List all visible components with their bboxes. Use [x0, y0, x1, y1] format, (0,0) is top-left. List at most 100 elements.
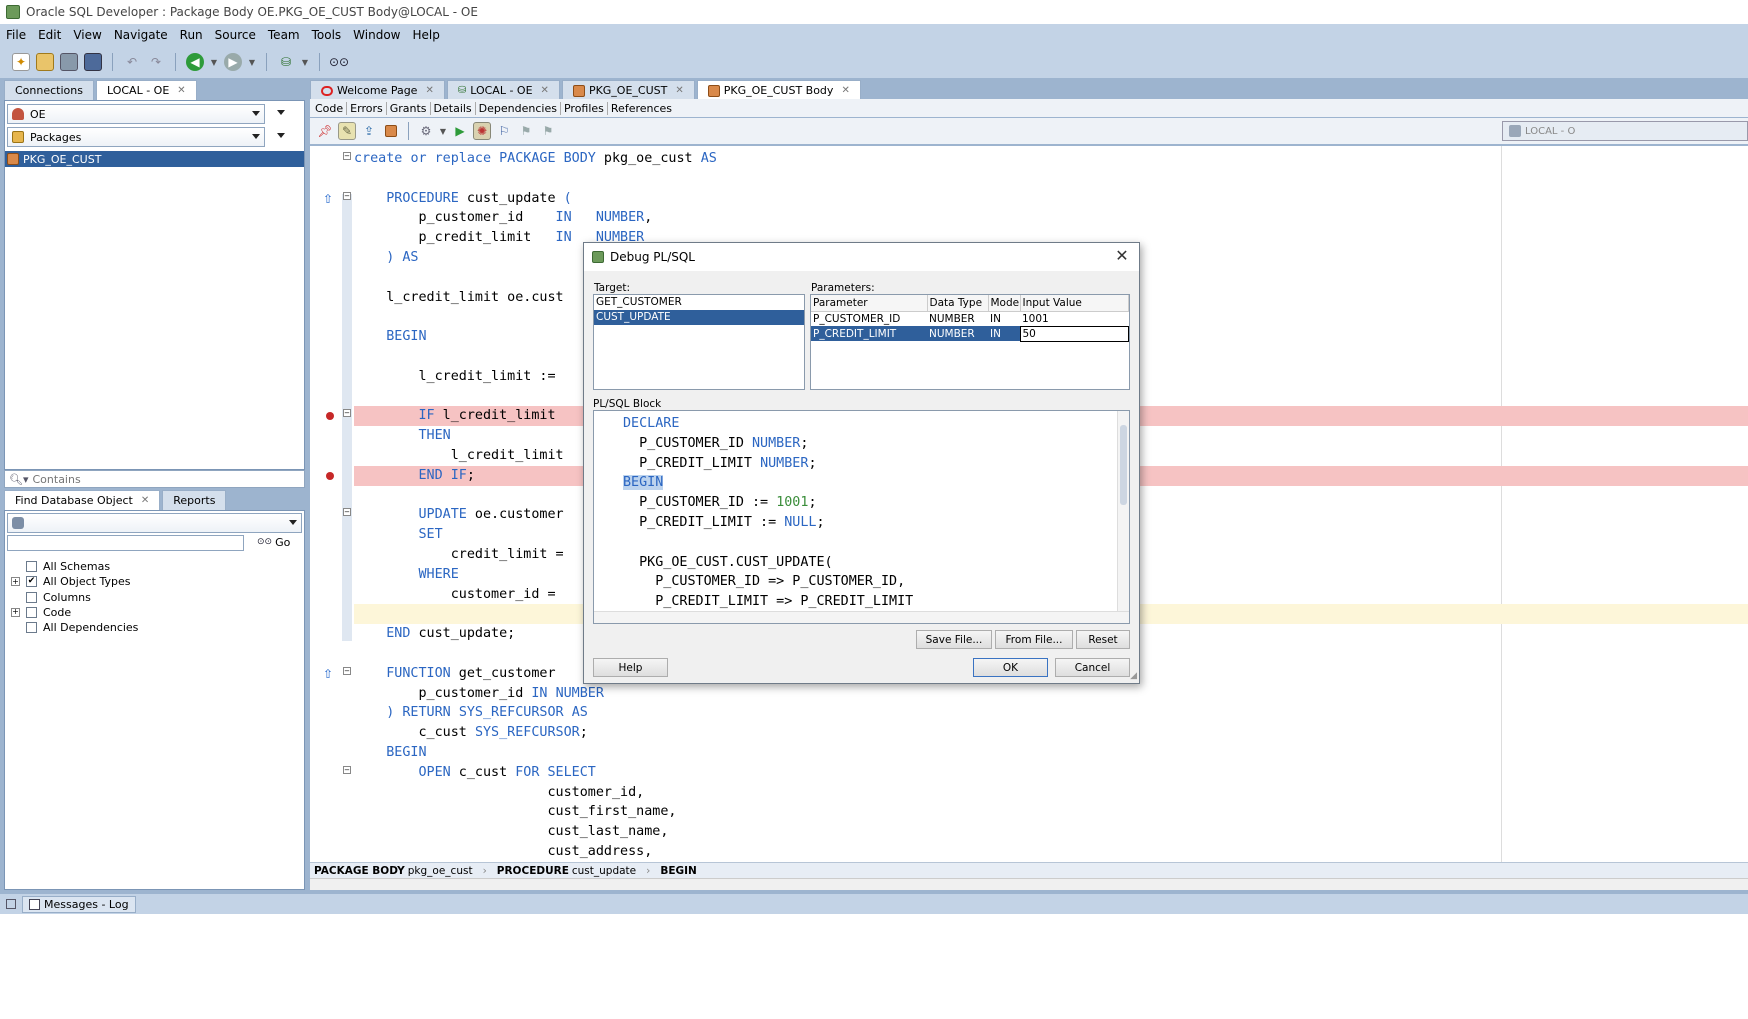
help-button[interactable]: Help: [593, 658, 668, 677]
param-col-input-value[interactable]: Input Value: [1020, 295, 1129, 312]
fold-icon[interactable]: −: [343, 666, 351, 675]
breadcrumb-item[interactable]: PACKAGE BODY pkg_oe_cust: [314, 865, 473, 877]
go-to-spec-icon[interactable]: ⇧: [322, 668, 334, 680]
code-line[interactable]: ) AS: [354, 248, 418, 268]
back-icon[interactable]: ◀: [186, 53, 204, 71]
plsql-block-editor[interactable]: DECLARE P_CUSTOMER_ID NUMBER; P_CREDIT_L…: [593, 410, 1130, 624]
find-option-row[interactable]: + ✔ All Object Types: [11, 574, 130, 589]
code-line[interactable]: cust_first_name,: [354, 802, 676, 822]
code-line[interactable]: BEGIN: [354, 743, 426, 763]
plsql-block-line[interactable]: P_CREDIT_LIMIT := NULL;: [623, 513, 824, 533]
editor-gutter[interactable]: [310, 146, 342, 862]
gears-dropdown-icon[interactable]: ▼: [439, 122, 447, 140]
plsql-block-line[interactable]: P_CREDIT_LIMIT => P_CREDIT_LIMIT: [623, 592, 913, 612]
scroll-thumb[interactable]: [1120, 425, 1127, 505]
save-all-icon[interactable]: [84, 53, 102, 71]
redo-icon[interactable]: ↷: [147, 53, 165, 71]
resize-grip-icon[interactable]: ◢: [1130, 671, 1137, 681]
pin-icon[interactable]: 📌︎: [316, 122, 334, 140]
menu-source[interactable]: Source: [215, 28, 264, 42]
edit-icon[interactable]: ✎: [338, 122, 356, 140]
go-to-spec-icon[interactable]: ⇧: [322, 193, 334, 205]
messages-tab[interactable]: Messages - Log: [22, 895, 136, 913]
menu-team[interactable]: Team: [268, 28, 308, 42]
menu-file[interactable]: File: [6, 28, 34, 42]
subtab-grants[interactable]: Grants: [387, 101, 431, 115]
debug-icon[interactable]: ✺: [473, 122, 491, 140]
tab-pkg-oe-cust-body[interactable]: PKG_OE_CUST Body ✕: [696, 80, 861, 100]
menu-help[interactable]: Help: [413, 28, 448, 42]
subtab-references[interactable]: References: [608, 102, 675, 115]
code-line[interactable]: customer_id =: [354, 585, 556, 605]
open-folder-icon[interactable]: [36, 53, 54, 71]
menu-run[interactable]: Run: [180, 28, 211, 42]
search-icon[interactable]: 🔍︎▾: [9, 473, 29, 486]
connection-selector[interactable]: LOCAL - O: [1502, 121, 1748, 141]
filter-input[interactable]: [32, 472, 293, 486]
code-line[interactable]: l_credit_limit oe.cust: [354, 288, 563, 308]
breadcrumb-item[interactable]: PROCEDURE cust_update: [497, 865, 636, 877]
bookmark-icon[interactable]: ⚐: [495, 122, 513, 140]
param-input-value-cell[interactable]: [1019, 325, 1129, 342]
fold-icon[interactable]: −: [343, 765, 351, 774]
find-option-row[interactable]: + Code: [11, 605, 71, 620]
binoculars-icon[interactable]: ⊙⊙: [329, 53, 349, 71]
code-line[interactable]: THEN: [354, 426, 451, 446]
code-line[interactable]: cust_address,: [354, 842, 652, 862]
connection-select[interactable]: [7, 513, 302, 533]
code-line[interactable]: IF l_credit_limit: [354, 406, 556, 426]
ok-button[interactable]: OK: [973, 658, 1048, 677]
cancel-button[interactable]: Cancel: [1055, 658, 1130, 677]
expand-icon[interactable]: +: [11, 607, 20, 617]
tree-item-pkg-oe-cust[interactable]: PKG_OE_CUST: [5, 151, 304, 167]
param-input-value-cell[interactable]: 1001: [1020, 311, 1129, 326]
plsql-block-line[interactable]: P_CUSTOMER_ID NUMBER;: [623, 434, 808, 454]
tab-welcome-page[interactable]: Welcome Page ✕: [310, 80, 445, 100]
code-line[interactable]: END IF;: [354, 466, 475, 486]
code-line[interactable]: l_credit_limit: [354, 446, 564, 466]
subtab-details[interactable]: Details: [431, 101, 476, 115]
find-option-row[interactable]: Columns: [11, 590, 91, 605]
worksheet-dropdown-icon[interactable]: ▼: [301, 53, 309, 71]
close-icon[interactable]: ✕: [141, 495, 149, 506]
reset-button[interactable]: Reset: [1076, 630, 1130, 649]
param-col-mode[interactable]: Mode: [988, 295, 1021, 312]
object-type-select[interactable]: Packages: [7, 127, 265, 147]
option-checkbox[interactable]: [26, 561, 37, 572]
code-line[interactable]: customer_id,: [354, 783, 644, 803]
code-line[interactable]: p_customer_id IN NUMBER: [354, 684, 603, 704]
undo-icon[interactable]: ↶: [123, 53, 141, 71]
tab-connections[interactable]: Connections: [4, 80, 94, 100]
previous-bookmark-icon[interactable]: ⚑: [517, 122, 535, 140]
code-line[interactable]: create or replace PACKAGE BODY pkg_oe_cu…: [354, 149, 717, 169]
close-icon[interactable]: ✕: [425, 85, 433, 96]
forward-dropdown-icon[interactable]: ▼: [248, 53, 256, 71]
subtab-errors[interactable]: Errors: [347, 101, 387, 115]
run-icon[interactable]: ▶: [451, 122, 469, 140]
tab-local-oe[interactable]: LOCAL - OE ✕: [95, 80, 197, 100]
plsql-block-line[interactable]: BEGIN: [623, 473, 664, 493]
code-line[interactable]: UPDATE oe.customer: [354, 505, 564, 525]
option-checkbox[interactable]: [26, 591, 37, 603]
plsql-block-line[interactable]: PKG_OE_CUST.CUST_UPDATE(: [623, 553, 833, 573]
close-icon[interactable]: ✕: [541, 85, 549, 96]
fold-icon[interactable]: −: [343, 409, 351, 418]
horizontal-scrollbar[interactable]: [594, 611, 1129, 623]
code-line[interactable]: SET: [354, 525, 443, 545]
param-row[interactable]: P_CREDIT_LIMIT NUMBER IN: [811, 325, 1129, 342]
plsql-block-line[interactable]: P_CUSTOMER_ID := 1001;: [623, 493, 816, 513]
subtab-code[interactable]: Code: [312, 101, 348, 115]
option-checkbox[interactable]: ✔: [26, 576, 37, 588]
code-line[interactable]: cust_last_name,: [354, 822, 668, 842]
next-bookmark-icon[interactable]: ⚑: [539, 122, 557, 140]
plsql-block-line[interactable]: DECLARE: [623, 414, 679, 434]
forward-icon[interactable]: ▶: [224, 53, 242, 71]
code-line[interactable]: ) RETURN SYS_REFCURSOR AS: [354, 703, 588, 723]
save-icon[interactable]: [60, 53, 78, 71]
close-icon[interactable]: ✕: [675, 85, 683, 96]
code-line[interactable]: BEGIN: [354, 327, 426, 347]
fold-icon[interactable]: −: [343, 191, 351, 200]
vertical-scrollbar[interactable]: [1117, 411, 1129, 611]
save-file-button[interactable]: Save File...: [916, 630, 992, 649]
breakpoint-icon[interactable]: [326, 471, 334, 480]
